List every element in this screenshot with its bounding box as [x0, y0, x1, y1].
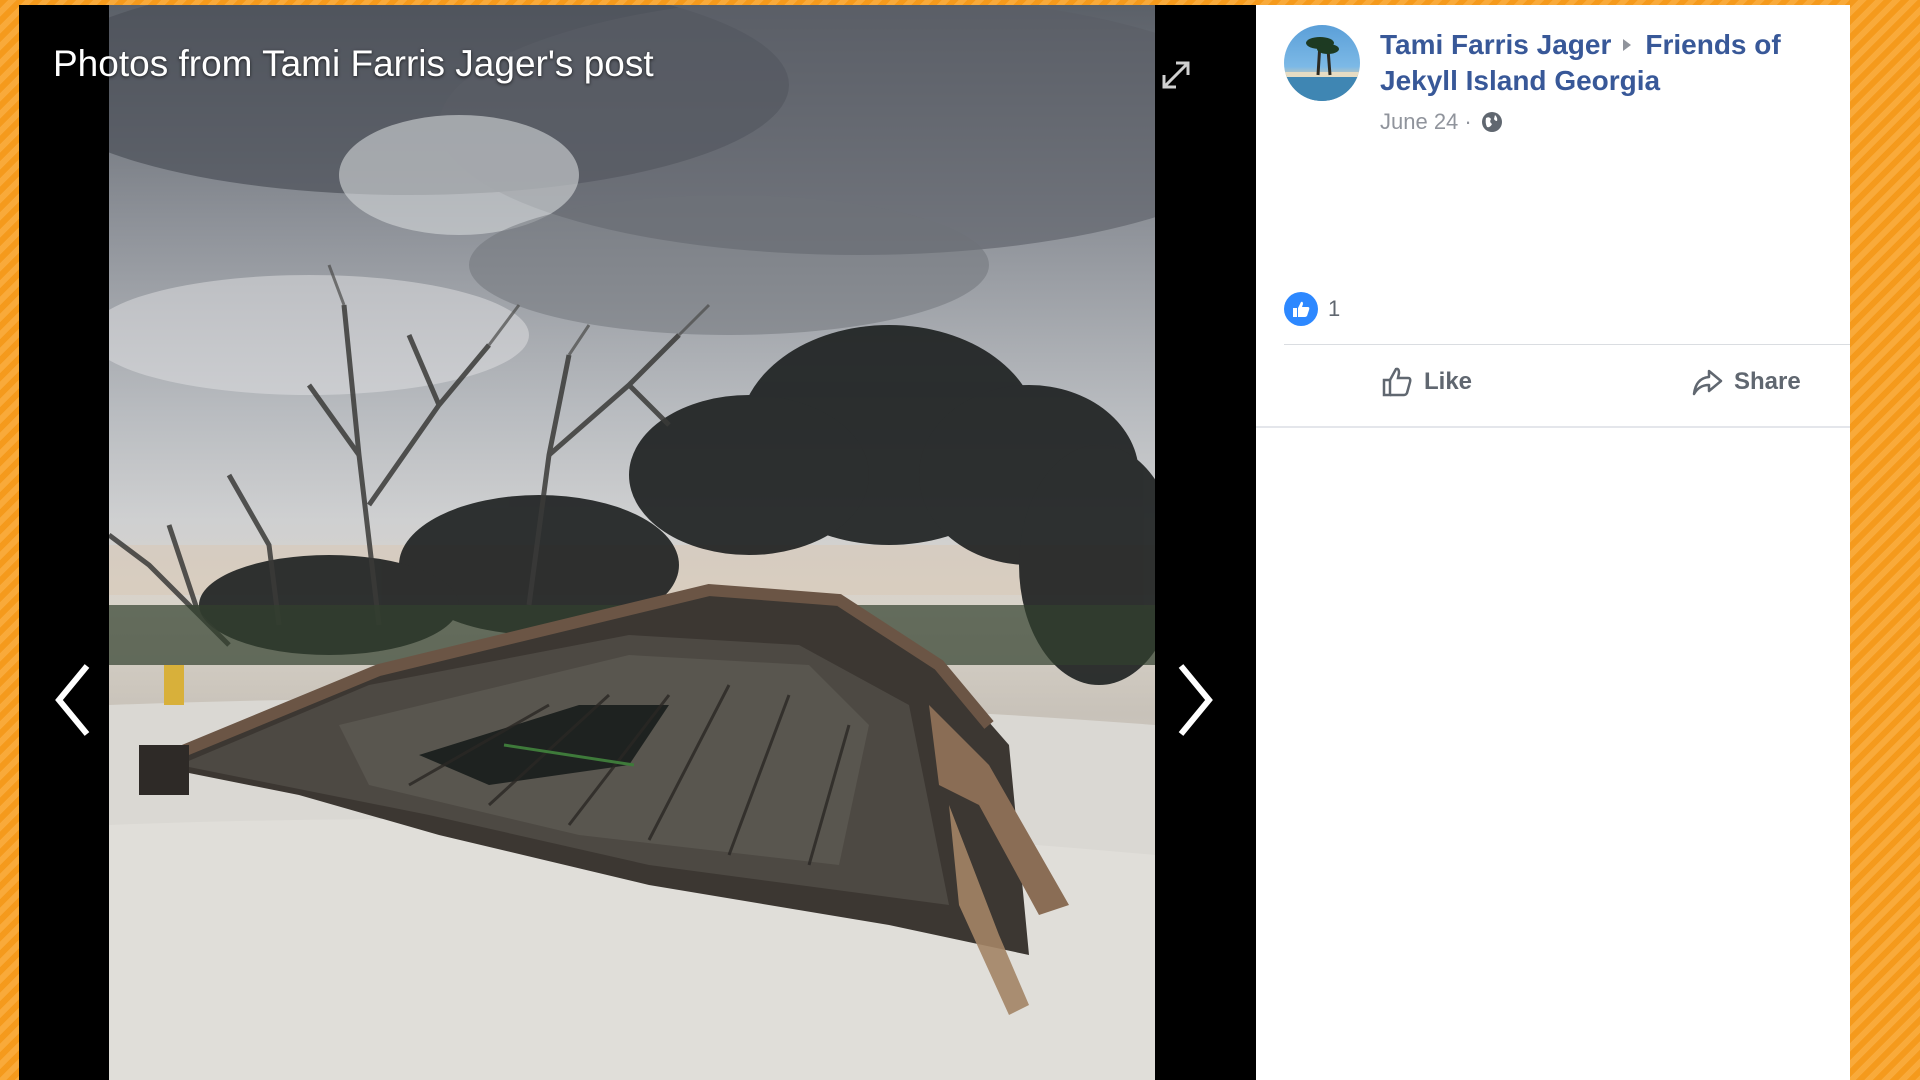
post-meta: June 24 ·: [1380, 109, 1504, 135]
expand-icon[interactable]: [1156, 55, 1196, 95]
post-info-panel: Tami Farris Jager Friends of Jekyll Islan…: [1256, 5, 1850, 1080]
avatar[interactable]: [1284, 25, 1360, 101]
like-reaction-icon: [1284, 292, 1318, 326]
post-header: Tami Farris Jager Friends of Jekyll Islan…: [1380, 27, 1850, 99]
shipwreck-photo: [109, 5, 1155, 1080]
chevron-right-icon[interactable]: [1169, 660, 1219, 740]
post-date[interactable]: June 24 ·: [1380, 109, 1472, 135]
caret-right-icon: [1623, 39, 1632, 52]
divider: [1256, 426, 1850, 428]
like-button[interactable]: Like: [1380, 365, 1472, 399]
globe-icon: [1481, 112, 1502, 132]
chevron-left-icon[interactable]: [49, 660, 99, 740]
share-label: Share: [1734, 368, 1801, 395]
reaction-summary[interactable]: 1: [1284, 292, 1340, 326]
viewer-title: Photos from Tami Farris Jager's post: [53, 43, 654, 84]
share-button[interactable]: Share: [1690, 365, 1801, 399]
share-icon: [1692, 369, 1723, 396]
thumbs-up-icon: [1382, 367, 1412, 397]
photo-viewer: Photos from Tami Farris Jager's post: [19, 5, 1256, 1080]
author-link[interactable]: Tami Farris Jager: [1380, 29, 1611, 60]
like-label: Like: [1424, 368, 1473, 395]
divider: [1284, 344, 1850, 345]
reaction-count: 1: [1328, 296, 1341, 321]
